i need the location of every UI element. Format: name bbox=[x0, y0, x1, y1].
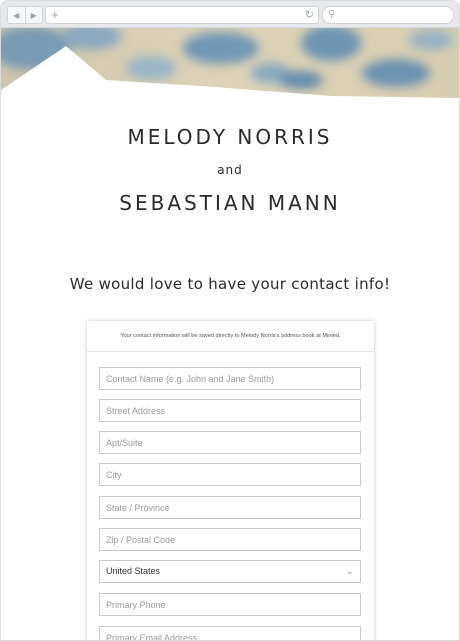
contact-name-field[interactable] bbox=[99, 367, 361, 390]
city-field[interactable] bbox=[99, 463, 361, 486]
back-icon[interactable]: ◀ bbox=[8, 7, 26, 23]
reload-icon[interactable]: ↻ bbox=[305, 7, 314, 23]
nav-buttons: ◀ ▶ bbox=[7, 6, 43, 24]
contact-form-card: Your contact information will be saved d… bbox=[87, 321, 374, 640]
street-address-field[interactable] bbox=[99, 399, 361, 422]
zip-postal-field[interactable] bbox=[99, 528, 361, 551]
country-select[interactable]: United States ⌄ bbox=[99, 560, 361, 583]
form-notice: Your contact information will be saved d… bbox=[87, 321, 374, 352]
couple-name-2: SEBASTIAN MANN bbox=[119, 191, 341, 215]
search-icon: ⚲ bbox=[328, 9, 336, 20]
browser-search-bar[interactable]: ⚲ bbox=[322, 6, 454, 24]
address-bar[interactable]: + ↻ bbox=[45, 6, 319, 24]
chevron-down-icon: ⌄ bbox=[345, 566, 354, 577]
browser-window: ◀ ▶ + ↻ ⚲ MELODY NORRIS and SEBASTIAN MA… bbox=[0, 0, 460, 641]
apt-suite-field[interactable] bbox=[99, 431, 361, 454]
primary-email-field[interactable] bbox=[99, 626, 361, 640]
country-select-value: United States bbox=[106, 566, 161, 576]
state-province-field[interactable] bbox=[99, 496, 361, 519]
watercolor-header-art bbox=[1, 28, 459, 98]
couple-name-1: MELODY NORRIS bbox=[127, 125, 333, 149]
page-headline: We would love to have your contact info! bbox=[69, 275, 391, 293]
browser-toolbar: ◀ ▶ + ↻ ⚲ bbox=[1, 1, 459, 28]
forward-icon[interactable]: ▶ bbox=[26, 7, 43, 23]
primary-phone-field[interactable] bbox=[99, 593, 361, 616]
new-tab-icon[interactable]: + bbox=[51, 7, 59, 23]
connector-and: and bbox=[217, 163, 243, 177]
